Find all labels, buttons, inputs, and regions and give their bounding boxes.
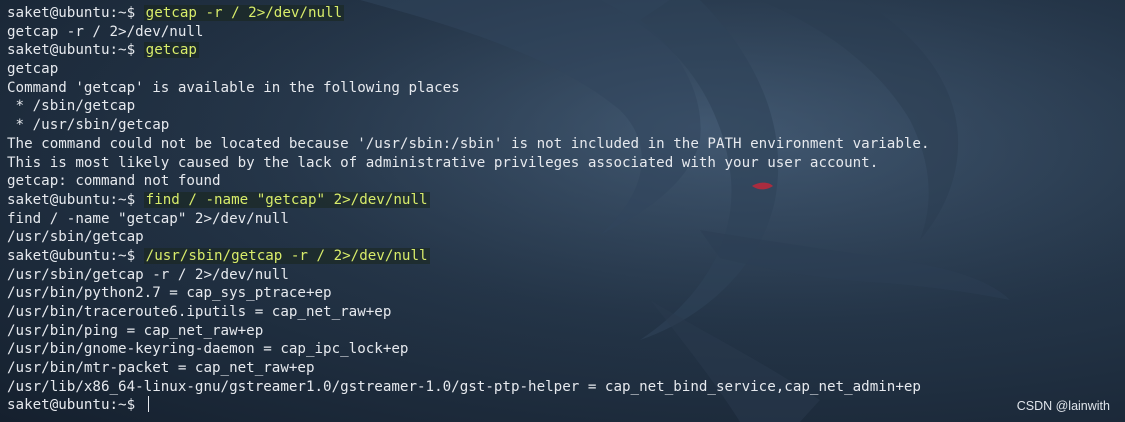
output-line: find / -name "getcap" 2>/dev/null	[7, 210, 930, 229]
output-line: This is most likely caused by the lack o…	[7, 154, 930, 173]
terminal-output[interactable]: saket@ubuntu:~$ getcap -r / 2>/dev/null g…	[7, 4, 930, 415]
output-line: Command 'getcap' is available in the fol…	[7, 79, 930, 98]
shell-prompt: saket@ubuntu:~$	[7, 397, 136, 414]
output-line: getcap: command not found	[7, 172, 930, 191]
output-line: getcap -r / 2>/dev/null	[7, 23, 930, 42]
output-line: * /usr/sbin/getcap	[7, 116, 930, 135]
output-text: This is most likely caused by the lack o…	[7, 154, 879, 171]
prompt-line: saket@ubuntu:~$ getcap -r / 2>/dev/null	[7, 4, 930, 23]
output-text: find / -name "getcap" 2>/dev/null	[7, 210, 289, 227]
output-text: Command 'getcap' is available in the fol…	[7, 79, 460, 96]
typed-command: find / -name "getcap" 2>/dev/null	[143, 191, 430, 208]
output-text: * /usr/sbin/getcap	[7, 117, 170, 134]
output-line: /usr/bin/traceroute6.iputils = cap_net_r…	[7, 303, 930, 322]
prompt-line: saket@ubuntu:~$	[7, 396, 930, 415]
output-text: /usr/bin/mtr-packet = cap_net_raw+ep	[7, 360, 315, 377]
text-cursor[interactable]	[147, 396, 149, 413]
output-line: /usr/sbin/getcap -r / 2>/dev/null	[7, 266, 930, 285]
prompt-line: saket@ubuntu:~$ getcap	[7, 41, 930, 60]
typed-command: /usr/sbin/getcap -r / 2>/dev/null	[143, 247, 430, 264]
output-text: The command could not be located because…	[7, 135, 930, 152]
output-text: /usr/lib/x86_64-linux-gnu/gstreamer1.0/g…	[7, 378, 921, 395]
output-text: /usr/bin/traceroute6.iputils = cap_net_r…	[7, 304, 392, 320]
output-line: /usr/lib/x86_64-linux-gnu/gstreamer1.0/g…	[7, 378, 930, 397]
output-text: /usr/bin/gnome-keyring-daemon = cap_ipc_…	[7, 341, 409, 358]
typed-command: getcap	[143, 42, 199, 59]
typed-command: getcap -r / 2>/dev/null	[143, 5, 345, 21]
shell-prompt: saket@ubuntu:~$	[7, 247, 136, 264]
output-line: /usr/bin/gnome-keyring-daemon = cap_ipc_…	[7, 340, 930, 359]
output-text: /usr/bin/ping = cap_net_raw+ep	[7, 322, 264, 339]
output-text: getcap	[7, 61, 59, 78]
output-text: /usr/sbin/getcap -r / 2>/dev/null	[7, 266, 289, 283]
output-line: getcap	[7, 60, 930, 79]
prompt-line: saket@ubuntu:~$ find / -name "getcap" 2>…	[7, 191, 930, 210]
output-text: /usr/bin/python2.7 = cap_sys_ptrace+ep	[7, 285, 332, 302]
output-text: getcap: command not found	[7, 173, 221, 190]
output-line: The command could not be located because…	[7, 135, 930, 154]
output-line: /usr/bin/ping = cap_net_raw+ep	[7, 322, 930, 341]
output-text: getcap -r / 2>/dev/null	[7, 23, 204, 40]
prompt-line: saket@ubuntu:~$ /usr/sbin/getcap -r / 2>…	[7, 247, 930, 266]
output-line: /usr/sbin/getcap	[7, 228, 930, 247]
shell-prompt: saket@ubuntu:~$	[7, 5, 136, 21]
output-line: /usr/bin/python2.7 = cap_sys_ptrace+ep	[7, 284, 930, 303]
output-line: /usr/bin/mtr-packet = cap_net_raw+ep	[7, 359, 930, 378]
csdn-watermark: CSDN @lainwith	[1016, 399, 1110, 413]
output-text: /usr/sbin/getcap	[7, 229, 144, 246]
shell-prompt: saket@ubuntu:~$	[7, 191, 136, 208]
output-line: * /sbin/getcap	[7, 97, 930, 116]
output-text: * /sbin/getcap	[7, 98, 136, 115]
shell-prompt: saket@ubuntu:~$	[7, 42, 136, 59]
